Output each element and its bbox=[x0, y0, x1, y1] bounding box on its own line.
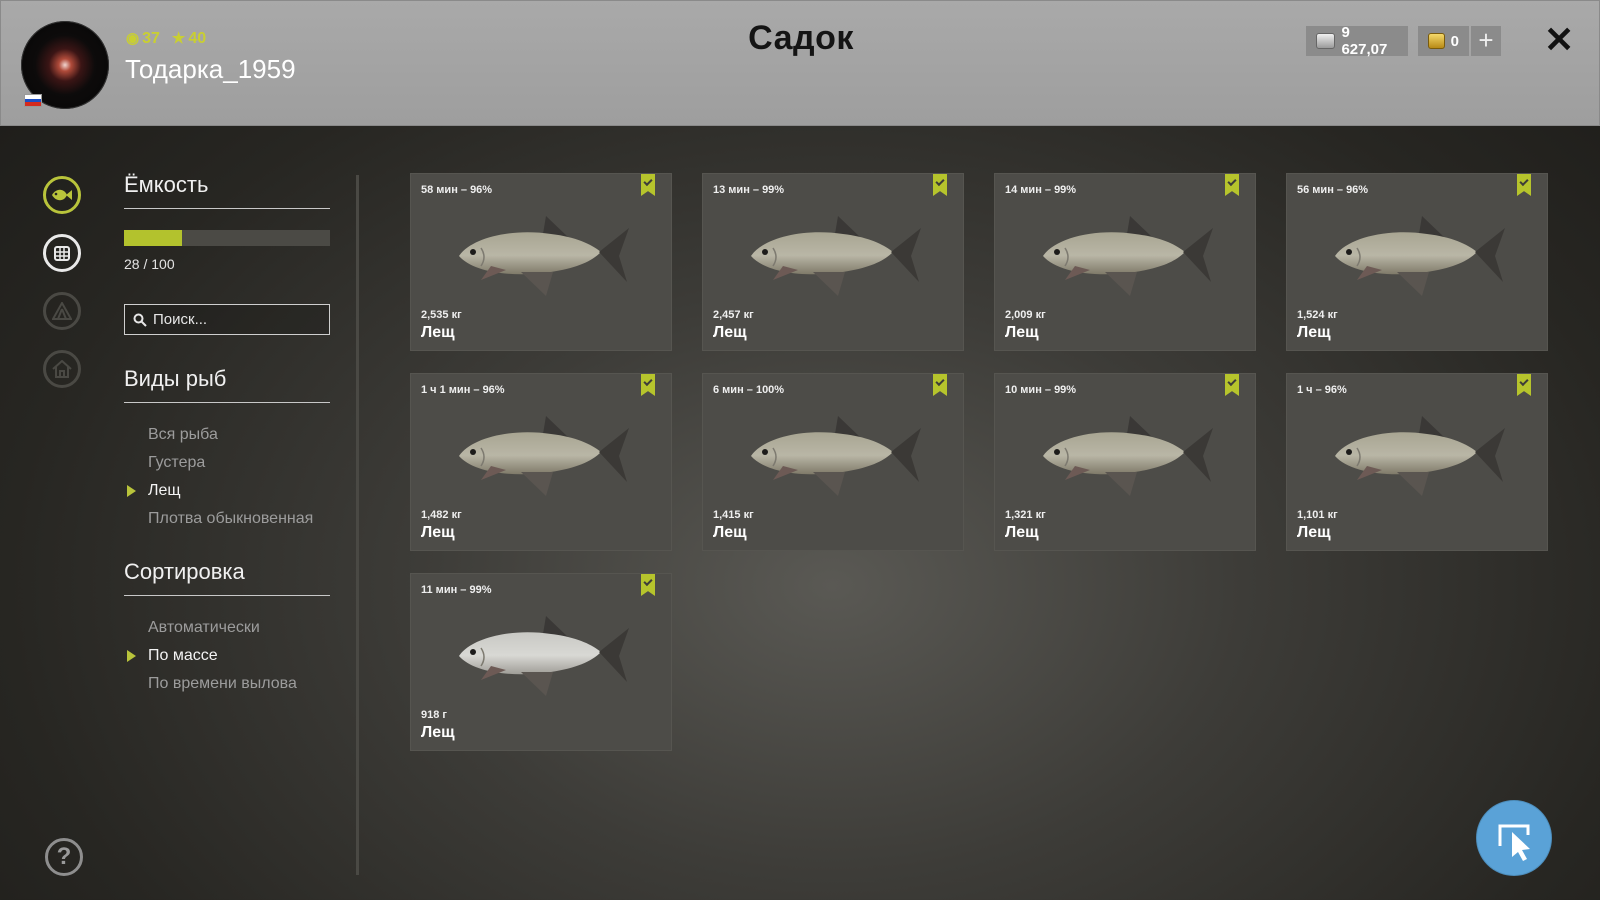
close-icon[interactable]: ✕ bbox=[1544, 21, 1574, 59]
top-bar: ◉ 37 ★ 40 Тодарка_1959 Садок 9 627,07 0 + … bbox=[0, 0, 1600, 126]
bookmark-check-icon[interactable] bbox=[933, 374, 947, 396]
fish-catch-time: 1 ч 1 мин – 96% bbox=[421, 384, 505, 396]
username: Тодарка_1959 bbox=[125, 54, 296, 84]
bream-fish-image bbox=[1043, 216, 1213, 296]
fish-catch-time: 10 мин – 99% bbox=[1005, 384, 1077, 396]
fish-name: Лещ bbox=[1005, 524, 1039, 541]
panel-divider bbox=[356, 175, 359, 875]
fish-name: Лещ bbox=[713, 324, 747, 341]
fish-weight: 1,101 кг bbox=[1297, 509, 1338, 521]
fish-name: Лещ bbox=[421, 524, 455, 541]
fish-catch-time: 11 мин – 99% bbox=[421, 584, 492, 596]
fish-catch-time: 58 мин – 96% bbox=[421, 184, 493, 196]
fish-card[interactable]: 1 ч 1 мин – 96% 1,482 кг Лещ bbox=[411, 374, 671, 550]
stars-badge: ★ 40 bbox=[171, 30, 207, 47]
gold-coin-icon bbox=[1428, 33, 1445, 49]
fish-name: Лещ bbox=[1005, 324, 1039, 341]
fish-weight: 2,535 кг bbox=[421, 309, 462, 321]
sort-item[interactable]: Автоматически bbox=[148, 614, 297, 642]
fish-weight: 1,415 кг bbox=[713, 509, 754, 521]
fish-card[interactable]: 1 ч – 96% 1,101 кг Лещ bbox=[1287, 374, 1547, 550]
capacity-bar bbox=[124, 230, 330, 246]
fish-card[interactable]: 6 мин – 100% 1,415 кг Лещ bbox=[703, 374, 963, 550]
flag-icon bbox=[24, 94, 42, 107]
keepnet-tab-icon[interactable] bbox=[43, 234, 81, 272]
fish-card[interactable]: 10 мин – 99% 1,321 кг Лещ bbox=[995, 374, 1255, 550]
bookmark-check-icon[interactable] bbox=[1517, 174, 1531, 196]
capacity-title: Ёмкость bbox=[124, 172, 330, 209]
bookmark-check-icon[interactable] bbox=[1517, 374, 1531, 396]
gold-balance: 0 bbox=[1418, 26, 1469, 56]
sort-list: Автоматически По массе По времени вылова bbox=[127, 614, 297, 698]
fish-name: Лещ bbox=[421, 324, 455, 341]
species-section: Виды рыб bbox=[124, 366, 330, 403]
search-box[interactable] bbox=[124, 304, 330, 335]
fish-weight: 1,321 кг bbox=[1005, 509, 1046, 521]
capacity-section: Ёмкость bbox=[124, 172, 330, 209]
bookmark-check-icon[interactable] bbox=[933, 174, 947, 196]
fish-weight: 2,009 кг bbox=[1005, 309, 1046, 321]
fish-catch-time: 6 мин – 100% bbox=[713, 384, 785, 396]
house-tab-icon[interactable] bbox=[43, 350, 81, 388]
star-icon: ★ bbox=[171, 30, 186, 47]
level-icon: ◉ bbox=[126, 30, 140, 47]
capacity-text: 28 / 100 bbox=[124, 256, 175, 272]
fish-card[interactable]: 13 мин – 99% 2,457 кг Лещ bbox=[703, 174, 963, 350]
player-stats: ◉ 37 ★ 40 bbox=[126, 29, 206, 48]
search-icon bbox=[133, 313, 147, 327]
bream-fish-image bbox=[1043, 416, 1213, 496]
fish-card[interactable]: 56 мин – 96% 1,524 кг Лещ bbox=[1287, 174, 1547, 350]
bookmark-check-icon[interactable] bbox=[641, 574, 655, 596]
bream-fish-image bbox=[1335, 216, 1505, 296]
silver-balance: 9 627,07 bbox=[1306, 24, 1408, 58]
bream-fish-image bbox=[459, 616, 629, 696]
species-title: Виды рыб bbox=[124, 366, 330, 403]
bream-fish-image bbox=[459, 416, 629, 496]
silver-coin-icon bbox=[1316, 33, 1336, 49]
fish-weight: 1,524 кг bbox=[1297, 309, 1338, 321]
level-badge: ◉ 37 bbox=[126, 30, 160, 47]
species-item[interactable]: Вся рыба bbox=[148, 421, 313, 449]
capacity-bar-fill bbox=[124, 230, 182, 246]
fish-catch-time: 1 ч – 96% bbox=[1297, 384, 1347, 396]
fish-name: Лещ bbox=[1297, 324, 1331, 341]
species-item[interactable]: Плотва обыкновенная bbox=[148, 505, 313, 533]
fish-card[interactable]: 58 мин – 96% 2,535 кг Лещ bbox=[411, 174, 671, 350]
bookmark-check-icon[interactable] bbox=[641, 174, 655, 196]
bookmark-check-icon[interactable] bbox=[641, 374, 655, 396]
fish-name: Лещ bbox=[421, 724, 455, 741]
sort-section: Сортировка bbox=[124, 559, 330, 596]
fish-name: Лещ bbox=[1297, 524, 1331, 541]
sort-title: Сортировка bbox=[124, 559, 330, 596]
cursor-icon bbox=[1498, 824, 1530, 861]
cursor-mode-button[interactable] bbox=[1477, 801, 1551, 875]
bream-fish-image bbox=[751, 216, 921, 296]
fish-catch-time: 14 мин – 99% bbox=[1005, 184, 1077, 196]
species-item-selected[interactable]: Лещ bbox=[126, 477, 313, 505]
species-list: Вся рыба Густера Лещ Плотва обыкновенная bbox=[126, 421, 313, 533]
fish-tab-icon[interactable] bbox=[43, 176, 81, 214]
fish-weight: 918 г bbox=[421, 709, 447, 721]
help-icon[interactable]: ? bbox=[45, 838, 83, 876]
bream-fish-image bbox=[751, 416, 921, 496]
species-item[interactable]: Густера bbox=[148, 449, 313, 477]
fish-catch-time: 56 мин – 96% bbox=[1297, 184, 1369, 196]
search-input[interactable] bbox=[151, 310, 325, 329]
add-currency-button[interactable]: + bbox=[1471, 26, 1501, 56]
bream-fish-image bbox=[459, 216, 629, 296]
fish-card[interactable]: 14 мин – 99% 2,009 кг Лещ bbox=[995, 174, 1255, 350]
fish-weight: 2,457 кг bbox=[713, 309, 754, 321]
bookmark-check-icon[interactable] bbox=[1225, 374, 1239, 396]
fish-name: Лещ bbox=[713, 524, 747, 541]
bookmark-check-icon[interactable] bbox=[1225, 174, 1239, 196]
sort-item[interactable]: По времени вылова bbox=[148, 670, 297, 698]
fish-card[interactable]: 11 мин – 99% 918 г Лещ bbox=[411, 574, 671, 750]
tent-tab-icon[interactable] bbox=[43, 292, 81, 330]
fish-catch-time: 13 мин – 99% bbox=[713, 184, 785, 196]
fish-weight: 1,482 кг bbox=[421, 509, 462, 521]
bream-fish-image bbox=[1335, 416, 1505, 496]
sort-item-selected[interactable]: По массе bbox=[127, 642, 297, 670]
